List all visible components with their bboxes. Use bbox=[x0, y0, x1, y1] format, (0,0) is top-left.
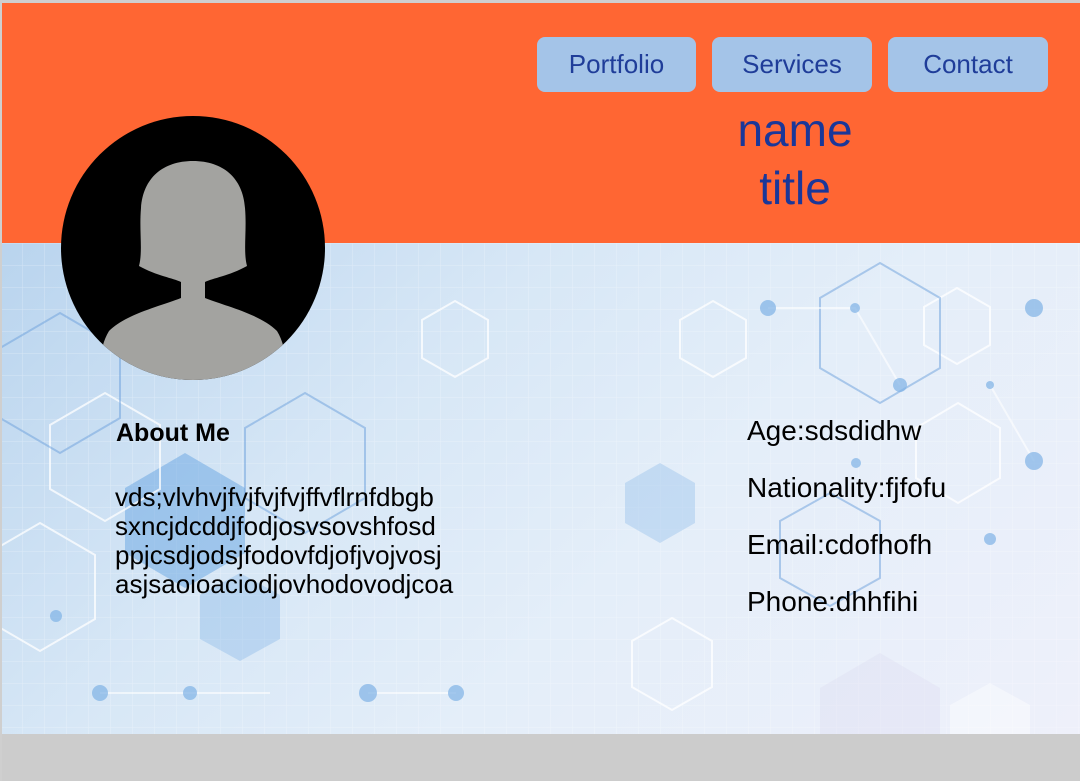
about-heading: About Me bbox=[116, 419, 230, 447]
info-email: Email:cdofhofh bbox=[747, 529, 933, 560]
about-line: ppjcsdjodsjfodovfdjofjvojvosj bbox=[115, 540, 442, 570]
person-silhouette-icon bbox=[100, 161, 286, 380]
nav-portfolio-button[interactable]: Portfolio bbox=[537, 37, 696, 92]
footer-bar bbox=[0, 734, 1080, 781]
about-line: sxncjdcddjfodjosvsovshfosd bbox=[115, 511, 436, 541]
about-line: asjsaoioaciodjovhodovodjcoa bbox=[115, 569, 454, 599]
info-nationality: Nationality:fjfofu bbox=[747, 472, 947, 503]
profile-avatar bbox=[61, 116, 325, 380]
about-description: vds;vlvhvjfvjfvjfvjffvflrnfdbgb sxncjdcd… bbox=[115, 483, 453, 599]
about-line: vds;vlvhvjfvjfvjfvjffvflrnfdbgb bbox=[115, 482, 434, 512]
hero-name: name bbox=[737, 104, 853, 156]
nav-services-button[interactable]: Services bbox=[712, 37, 872, 92]
personal-info: Age:sdsdidhw Nationality:fjfofu Email:cd… bbox=[747, 412, 946, 640]
hero-title: title bbox=[759, 162, 831, 214]
info-phone: Phone:dhhfihi bbox=[747, 586, 919, 617]
info-age: Age:sdsdidhw bbox=[747, 415, 922, 446]
top-nav: Portfolio Services Contact bbox=[537, 37, 1048, 92]
nav-contact-button[interactable]: Contact bbox=[888, 37, 1048, 92]
